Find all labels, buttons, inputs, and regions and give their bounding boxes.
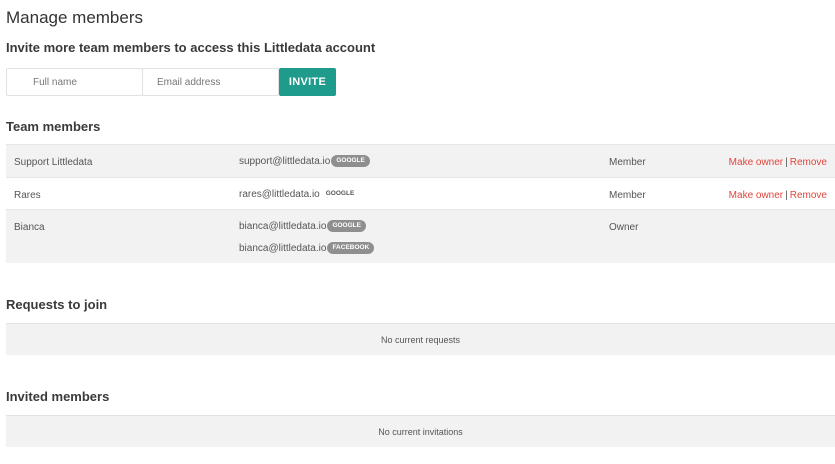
- member-name: Support Littledata: [14, 157, 93, 168]
- remove-link[interactable]: Remove: [790, 190, 827, 201]
- invitations-empty-state: No current invitations: [6, 415, 835, 447]
- member-email: rares@littledata.io: [239, 188, 320, 200]
- member-name: Bianca: [14, 222, 45, 233]
- remove-link[interactable]: Remove: [790, 157, 827, 168]
- account-line: bianca@littledata.io GOOGLE: [239, 219, 374, 233]
- account-line: bianca@littledata.io FACEBOOK: [239, 241, 375, 255]
- member-accounts: rares@littledata.io GOOGLE: [239, 187, 359, 201]
- member-actions: Make owner | Remove: [729, 190, 827, 201]
- table-row: Support Littledata support@littledata.io…: [6, 144, 835, 177]
- requests-empty-state: No current requests: [6, 323, 835, 355]
- action-separator: |: [785, 190, 788, 201]
- member-role: Owner: [609, 222, 639, 233]
- action-separator: |: [785, 157, 788, 168]
- member-role: Member: [609, 157, 646, 168]
- google-badge: GOOGLE: [327, 219, 366, 233]
- member-role: Member: [609, 190, 646, 201]
- requests-heading: Requests to join: [6, 297, 108, 312]
- page-title: Manage members: [6, 8, 144, 27]
- member-email: support@littledata.io: [239, 155, 331, 167]
- google-badge: GOOGLE: [331, 154, 370, 168]
- full-name-input[interactable]: [6, 68, 143, 96]
- email-address-input[interactable]: [142, 68, 279, 96]
- table-row: Rares rares@littledata.io GOOGLE Member …: [6, 177, 835, 209]
- member-accounts: bianca@littledata.io GOOGLE bianca@littl…: [239, 219, 375, 255]
- invite-form: INVITE: [6, 68, 336, 96]
- google-badge: GOOGLE: [325, 189, 355, 197]
- invited-members-heading: Invited members: [6, 389, 110, 404]
- invite-subtitle: Invite more team members to access this …: [6, 40, 376, 55]
- table-row: Bianca bianca@littledata.io GOOGLE bianc…: [6, 209, 835, 263]
- make-owner-link[interactable]: Make owner: [729, 157, 783, 168]
- invite-button[interactable]: INVITE: [279, 68, 336, 96]
- member-actions: Make owner | Remove: [729, 157, 827, 168]
- account-line: rares@littledata.io GOOGLE: [239, 187, 359, 201]
- make-owner-link[interactable]: Make owner: [729, 190, 783, 201]
- facebook-badge: FACEBOOK: [327, 241, 375, 255]
- member-accounts: support@littledata.io GOOGLE: [239, 154, 370, 168]
- team-members-table: Support Littledata support@littledata.io…: [6, 144, 835, 263]
- team-members-heading: Team members: [6, 119, 101, 134]
- member-name: Rares: [14, 190, 41, 201]
- member-email: bianca@littledata.io: [239, 242, 327, 254]
- member-email: bianca@littledata.io: [239, 220, 327, 232]
- account-line: support@littledata.io GOOGLE: [239, 154, 370, 168]
